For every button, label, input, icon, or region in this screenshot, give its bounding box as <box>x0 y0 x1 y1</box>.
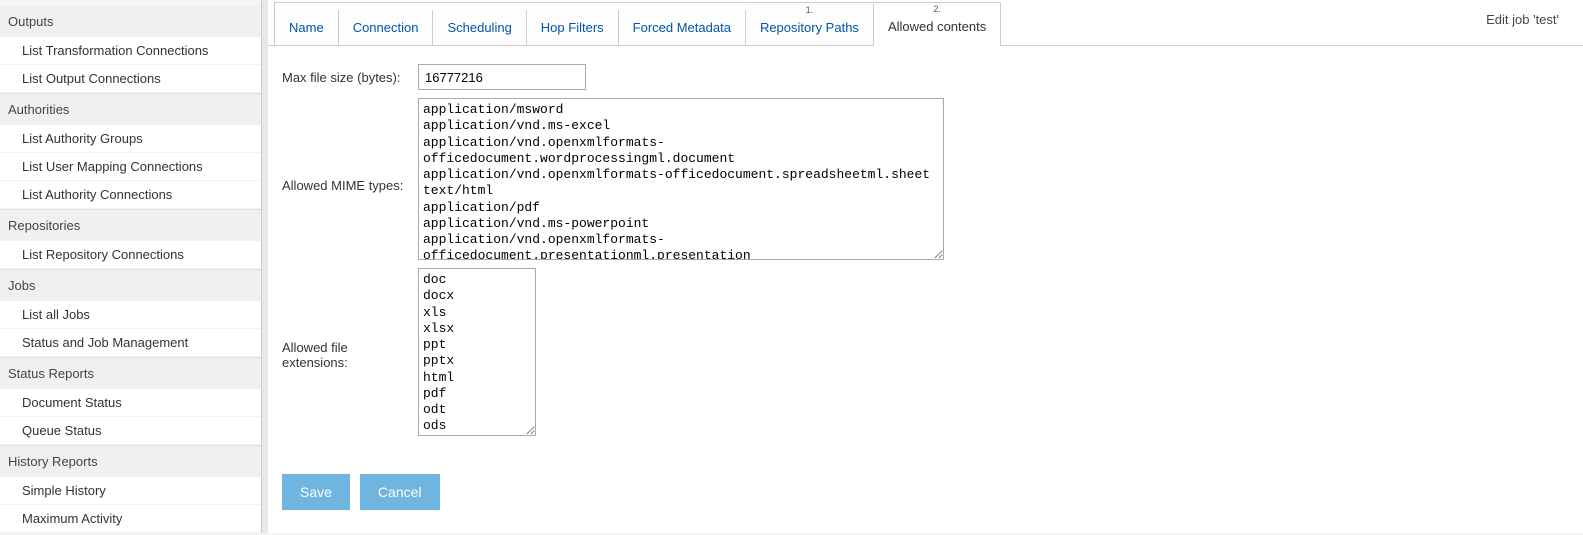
save-button[interactable]: Save <box>282 474 350 510</box>
file-extensions-label: Allowed file extensions: <box>282 268 418 370</box>
sidebar-section-repositories: Repositories <box>0 209 261 241</box>
tab-repository-paths[interactable]: 1. Repository Paths <box>746 4 874 45</box>
button-row: Save Cancel <box>268 458 1583 520</box>
tab-connection[interactable]: Connection <box>339 10 434 45</box>
sidebar-section-authorities: Authorities <box>0 93 261 125</box>
tab-num-1: 1. <box>746 5 873 15</box>
max-file-size-input[interactable] <box>418 64 586 90</box>
sidebar-item-list-authority-groups[interactable]: List Authority Groups <box>0 125 261 153</box>
sidebar-section-jobs: Jobs <box>0 269 261 301</box>
file-extensions-textarea[interactable] <box>418 268 536 436</box>
cancel-button[interactable]: Cancel <box>360 474 440 510</box>
tab-name[interactable]: Name <box>275 10 339 45</box>
sidebar-item-simple-history[interactable]: Simple History <box>0 477 261 505</box>
sidebar-item-queue-status[interactable]: Queue Status <box>0 417 261 445</box>
mime-types-textarea[interactable] <box>418 98 944 260</box>
tab-scheduling[interactable]: Scheduling <box>433 10 526 45</box>
form-area: Max file size (bytes): Allowed MIME type… <box>268 46 1583 458</box>
page-title: Edit job 'test' <box>1462 0 1583 45</box>
tab-forced-metadata[interactable]: Forced Metadata <box>619 10 746 45</box>
tab-repository-paths-label: Repository Paths <box>760 20 859 35</box>
tab-hop-filters[interactable]: Hop Filters <box>527 10 619 45</box>
topbar: Name Connection Scheduling Hop Filters F… <box>268 0 1583 46</box>
sidebar-item-list-all-jobs[interactable]: List all Jobs <box>0 301 261 329</box>
sidebar-item-list-repository-connections[interactable]: List Repository Connections <box>0 241 261 269</box>
tab-allowed-contents[interactable]: 2. Allowed contents <box>874 3 1000 46</box>
tab-bar: Name Connection Scheduling Hop Filters F… <box>274 2 1001 45</box>
sidebar-item-list-authority-connections[interactable]: List Authority Connections <box>0 181 261 209</box>
max-file-size-label: Max file size (bytes): <box>282 70 418 85</box>
sidebar-item-document-status[interactable]: Document Status <box>0 389 261 417</box>
mime-types-label: Allowed MIME types: <box>282 98 418 193</box>
tab-allowed-contents-label: Allowed contents <box>888 19 986 34</box>
main-content: Name Connection Scheduling Hop Filters F… <box>262 0 1583 533</box>
sidebar-section-outputs: Outputs <box>0 6 261 37</box>
sidebar-section-history-reports: History Reports <box>0 445 261 477</box>
sidebar-item-list-output-connections[interactable]: List Output Connections <box>0 65 261 93</box>
tab-num-2: 2. <box>874 4 1000 14</box>
sidebar-section-status-reports: Status Reports <box>0 357 261 389</box>
sidebar-item-maximum-activity[interactable]: Maximum Activity <box>0 505 261 533</box>
sidebar-item-list-transformation-connections[interactable]: List Transformation Connections <box>0 37 261 65</box>
sidebar: Outputs List Transformation Connections … <box>0 0 262 533</box>
sidebar-item-status-and-job-management[interactable]: Status and Job Management <box>0 329 261 357</box>
sidebar-item-list-user-mapping-connections[interactable]: List User Mapping Connections <box>0 153 261 181</box>
